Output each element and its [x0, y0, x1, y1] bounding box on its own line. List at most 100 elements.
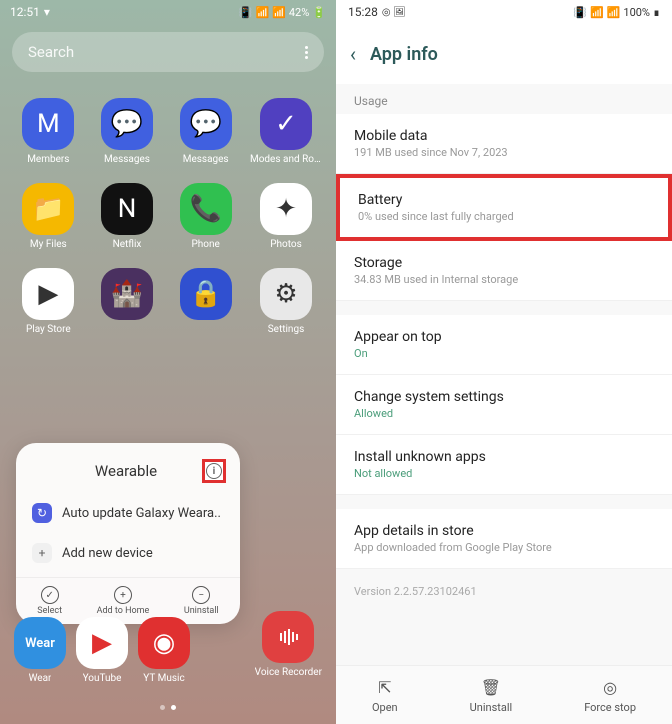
- app-icon: 🏰: [101, 268, 153, 320]
- more-icon[interactable]: [305, 46, 308, 59]
- action-icon: −: [192, 586, 210, 604]
- app-label: My Files: [30, 239, 67, 250]
- status-time: 15:28: [348, 5, 378, 19]
- wifi-icon: 📶: [590, 6, 604, 19]
- page-title: App info: [370, 44, 438, 65]
- app-item[interactable]: 📁 My Files: [14, 183, 83, 250]
- app-item[interactable]: ▶ YouTube: [76, 617, 128, 684]
- popup-action-select[interactable]: ✓Select: [37, 586, 62, 616]
- battery-icon: ∎: [653, 6, 660, 19]
- status-icon: ◎ 🖼: [382, 7, 406, 18]
- version-text: Version 2.2.57.23102461: [336, 569, 672, 614]
- page-indicator: [160, 705, 176, 710]
- usage-label: Usage: [336, 84, 672, 114]
- search-bar[interactable]: Search: [12, 32, 324, 72]
- app-label: Play Store: [26, 324, 71, 335]
- app-icon: Wear: [14, 617, 66, 669]
- app-icon: ✓: [260, 98, 312, 150]
- app-label: Messages: [104, 154, 150, 165]
- signal-icon: 📶: [607, 6, 621, 19]
- app-label: Modes and Rout..: [250, 154, 322, 165]
- storage-item[interactable]: Storage 34.83 MB used in Internal storag…: [336, 241, 672, 301]
- battery-icon: 🔋: [312, 6, 326, 19]
- vibrate-icon: 📳: [239, 6, 253, 19]
- change-system-settings-item[interactable]: Change system settings Allowed: [336, 375, 672, 435]
- status-icon: ▾: [44, 5, 50, 19]
- app-item[interactable]: Wear Wear: [14, 617, 66, 684]
- status-bar: 15:28 ◎ 🖼 📳 📶 📶 100% ∎: [336, 0, 672, 24]
- app-item[interactable]: 🏰: [93, 268, 162, 335]
- open-icon: ⇱: [378, 678, 391, 697]
- appear-on-top-item[interactable]: Appear on top On: [336, 315, 672, 375]
- uninstall-button[interactable]: 🗑 Uninstall: [470, 678, 513, 714]
- app-icon: ◉: [138, 617, 190, 669]
- app-icon: 📞: [180, 183, 232, 235]
- popup-item-icon: ↻: [32, 503, 52, 523]
- open-button[interactable]: ⇱ Open: [372, 678, 398, 714]
- app-icon: ✦: [260, 183, 312, 235]
- app-icon: N: [101, 183, 153, 235]
- app-label: Wear: [29, 673, 52, 684]
- trash-icon: 🗑: [481, 678, 501, 697]
- app-item[interactable]: 💬 Messages: [171, 98, 240, 165]
- wifi-icon: 📶: [255, 6, 269, 19]
- app-icon: 💬: [180, 98, 232, 150]
- app-grid: M Members 💬 Messages 💬 Messages ✓ Modes and Rou…: [0, 80, 336, 335]
- action-icon: +: [114, 586, 132, 604]
- app-details-in-store-item[interactable]: App details in store App downloaded from…: [336, 509, 672, 569]
- app-info-screen: 15:28 ◎ 🖼 📳 📶 📶 100% ∎ ‹ App info Usage …: [336, 0, 672, 724]
- app-icon: ▶: [22, 268, 74, 320]
- app-label: YouTube: [83, 673, 122, 684]
- bottom-apps: WearWear▶YouTube◉YT Music: [0, 617, 336, 684]
- force-stop-button[interactable]: ◎ Force stop: [584, 678, 636, 714]
- app-label: Settings: [268, 324, 305, 335]
- vibrate-icon: 📳: [573, 6, 587, 19]
- app-label: Members: [27, 154, 69, 165]
- app-label: YT Music: [143, 673, 184, 684]
- app-item[interactable]: ▶ Play Store: [14, 268, 83, 335]
- stop-icon: ◎: [603, 678, 617, 697]
- home-screen: 12:51 ▾ 📳 📶 📶 42% 🔋 Search M Members 💬 Mess…: [0, 0, 336, 724]
- app-icon: 💬: [101, 98, 153, 150]
- status-time: 12:51: [10, 5, 40, 19]
- install-unknown-apps-item[interactable]: Install unknown apps Not allowed: [336, 435, 672, 495]
- popup-actions: ✓Select +Add to Home −Uninstall: [16, 577, 240, 616]
- app-item[interactable]: N Netflix: [93, 183, 162, 250]
- app-item[interactable]: ⚙ Settings: [250, 268, 322, 335]
- app-info-button[interactable]: i: [202, 459, 226, 483]
- popup-action-add-to-home[interactable]: +Add to Home: [97, 586, 150, 616]
- app-item[interactable]: 💬 Messages: [93, 98, 162, 165]
- app-label: Messages: [183, 154, 229, 165]
- app-item[interactable]: 🔒: [171, 268, 240, 335]
- battery-pct: 42%: [289, 6, 309, 19]
- app-icon: 📁: [22, 183, 74, 235]
- battery-pct: 100%: [623, 6, 650, 19]
- app-item[interactable]: ◉ YT Music: [138, 617, 190, 684]
- search-placeholder: Search: [28, 43, 74, 61]
- app-item[interactable]: 📞 Phone: [171, 183, 240, 250]
- action-icon: ✓: [41, 586, 59, 604]
- app-icon: ▶: [76, 617, 128, 669]
- popup-item-icon: +: [32, 543, 52, 563]
- header: ‹ App info: [336, 24, 672, 84]
- status-bar: 12:51 ▾ 📳 📶 📶 42% 🔋: [0, 0, 336, 24]
- battery-item[interactable]: Battery 0% used since last fully charged: [336, 174, 672, 241]
- app-item[interactable]: M Members: [14, 98, 83, 165]
- popup-title: Wearable: [50, 462, 202, 480]
- app-item[interactable]: ✦ Photos: [250, 183, 322, 250]
- app-icon: M: [22, 98, 74, 150]
- popup-menu-item[interactable]: +Add new device: [16, 533, 240, 573]
- mobile-data-item[interactable]: Mobile data 191 MB used since Nov 7, 202…: [336, 114, 672, 174]
- app-item[interactable]: ✓ Modes and Rout..: [250, 98, 322, 165]
- app-label: Phone: [191, 239, 219, 250]
- popup-action-uninstall[interactable]: −Uninstall: [184, 586, 219, 616]
- popup-menu-item[interactable]: ↻Auto update Galaxy Weara..: [16, 493, 240, 533]
- bottom-action-bar: ⇱ Open 🗑 Uninstall ◎ Force stop: [336, 665, 672, 724]
- signal-icon: 📶: [272, 6, 286, 19]
- app-icon: ⚙: [260, 268, 312, 320]
- app-context-popup: Wearable i ↻Auto update Galaxy Weara..+A…: [16, 443, 240, 624]
- app-label: Netflix: [113, 239, 142, 250]
- back-button[interactable]: ‹: [350, 42, 356, 66]
- app-icon: 🔒: [180, 268, 232, 320]
- app-label: Photos: [270, 239, 302, 250]
